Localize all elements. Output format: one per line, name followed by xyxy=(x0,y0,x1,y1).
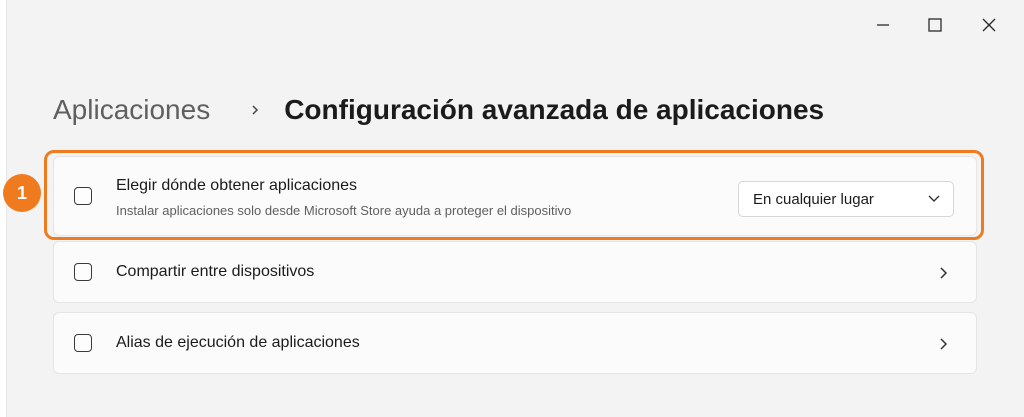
chevron-down-icon xyxy=(928,195,940,202)
page-title: Configuración avanzada de aplicaciones xyxy=(284,94,825,125)
maximize-icon xyxy=(928,18,942,32)
dropdown-selected-value: En cualquier lugar xyxy=(753,190,874,208)
chevron-right-icon xyxy=(936,266,950,280)
breadcrumb-parent-link[interactable]: Aplicaciones xyxy=(53,94,210,126)
annotation-number-badge: 1 xyxy=(3,174,41,212)
maximize-button[interactable] xyxy=(909,0,961,50)
setting-title: Compartir entre dispositivos xyxy=(116,263,315,280)
minimize-button[interactable] xyxy=(857,0,909,50)
setting-checkbox[interactable] xyxy=(74,263,92,281)
close-icon xyxy=(982,18,996,32)
setting-title: Alias de ejecución de aplicaciones xyxy=(116,334,360,351)
setting-checkbox[interactable] xyxy=(74,334,92,352)
close-button[interactable] xyxy=(963,0,1015,50)
setting-card-app-source: Elegir dónde obtener aplicaciones Instal… xyxy=(53,156,977,236)
chevron-right-icon xyxy=(250,104,260,116)
setting-checkbox[interactable] xyxy=(74,187,92,205)
settings-window: Aplicaciones Configuración avanzada de a… xyxy=(6,0,1024,417)
setting-description: Instalar aplicaciones solo desde Microso… xyxy=(116,203,572,218)
setting-card-app-execution-aliases[interactable]: Alias de ejecución de aplicaciones xyxy=(53,312,977,374)
minimize-icon xyxy=(877,24,889,26)
setting-card-share-devices[interactable]: Compartir entre dispositivos xyxy=(53,241,977,303)
chevron-right-icon xyxy=(936,337,950,351)
setting-title: Elegir dónde obtener aplicaciones xyxy=(116,177,358,194)
breadcrumb: Aplicaciones Configuración avanzada de a… xyxy=(53,88,824,132)
app-source-dropdown[interactable]: En cualquier lugar xyxy=(738,181,954,217)
